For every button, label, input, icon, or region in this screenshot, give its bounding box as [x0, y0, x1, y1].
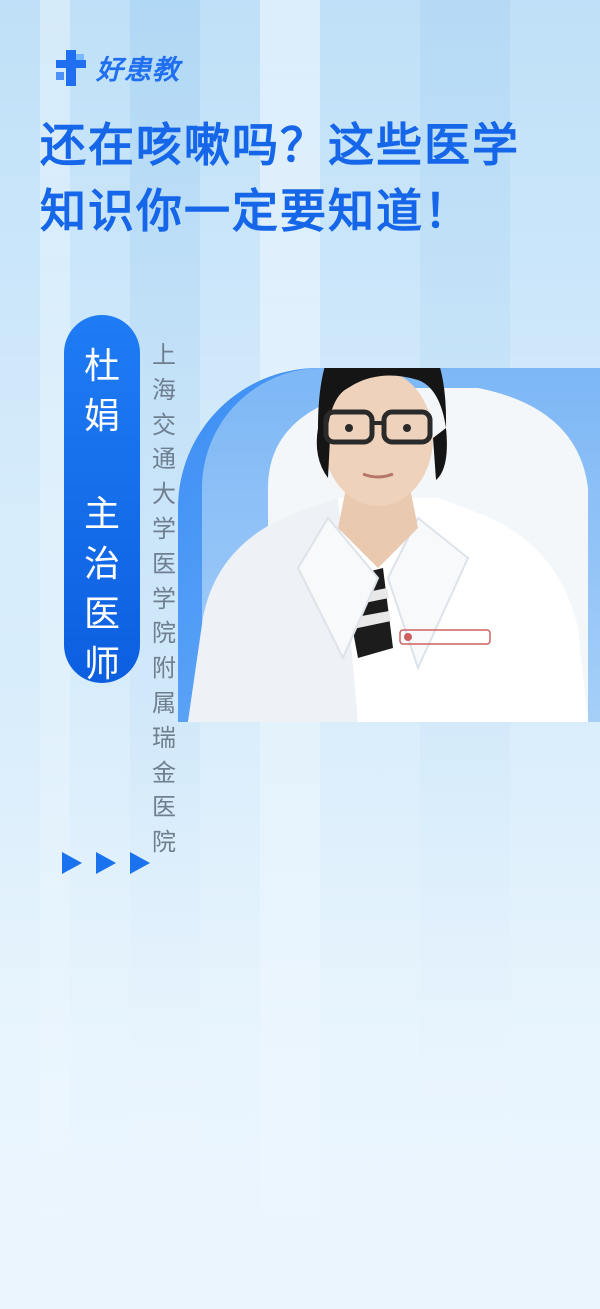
headline-line-1: 还在咳嗽吗？这些医学	[40, 118, 520, 172]
doctor-name-pill: 杜 娟 主 治 医 师	[64, 315, 140, 685]
doctor-name-char: 杜	[83, 346, 120, 387]
bg-glow	[0, 720, 600, 1309]
hospital-char: 海	[152, 375, 176, 404]
doctor-name-char: 娟	[83, 396, 120, 437]
play-arrow-icon	[62, 852, 82, 874]
headline: 还在咳嗽吗？这些医学 知识你一定要知道！	[40, 112, 580, 244]
hospital-char: 附	[152, 654, 176, 683]
hospital-char: 属	[152, 688, 176, 717]
doctor-title-char: 师	[83, 644, 120, 685]
hospital-char: 上	[152, 341, 176, 369]
brand-name: 好患教	[96, 55, 180, 86]
hospital-char: 瑞	[152, 723, 176, 752]
brand-logo: 好患教	[54, 48, 180, 87]
hospital-char: 金	[152, 758, 176, 787]
decorative-arrows	[62, 852, 150, 874]
doctor-title-char: 治	[83, 544, 120, 585]
headline-line-2: 知识你一定要知道！	[40, 184, 472, 238]
hospital-char: 院	[152, 828, 176, 857]
hospital-char: 大	[152, 480, 176, 509]
doctor-title-char: 主	[83, 494, 120, 535]
play-arrow-icon	[96, 852, 116, 874]
hospital-char: 学	[152, 514, 176, 543]
hospital-char: 交	[152, 410, 176, 439]
hospital-char: 医	[152, 793, 176, 822]
hospital-char: 医	[152, 549, 176, 578]
doctor-portrait	[188, 368, 588, 722]
hospital-name: 上 海 交 通 大 学 医 学 院 附 属 瑞 金 医 院	[146, 338, 182, 860]
cross-logo-icon	[54, 49, 94, 86]
doctor-photo-panel	[178, 368, 600, 722]
doctor-title-char: 医	[83, 594, 120, 635]
hospital-char: 通	[152, 445, 176, 474]
play-arrow-icon	[130, 852, 150, 874]
hospital-char: 学	[152, 584, 176, 613]
hospital-char: 院	[152, 619, 176, 648]
